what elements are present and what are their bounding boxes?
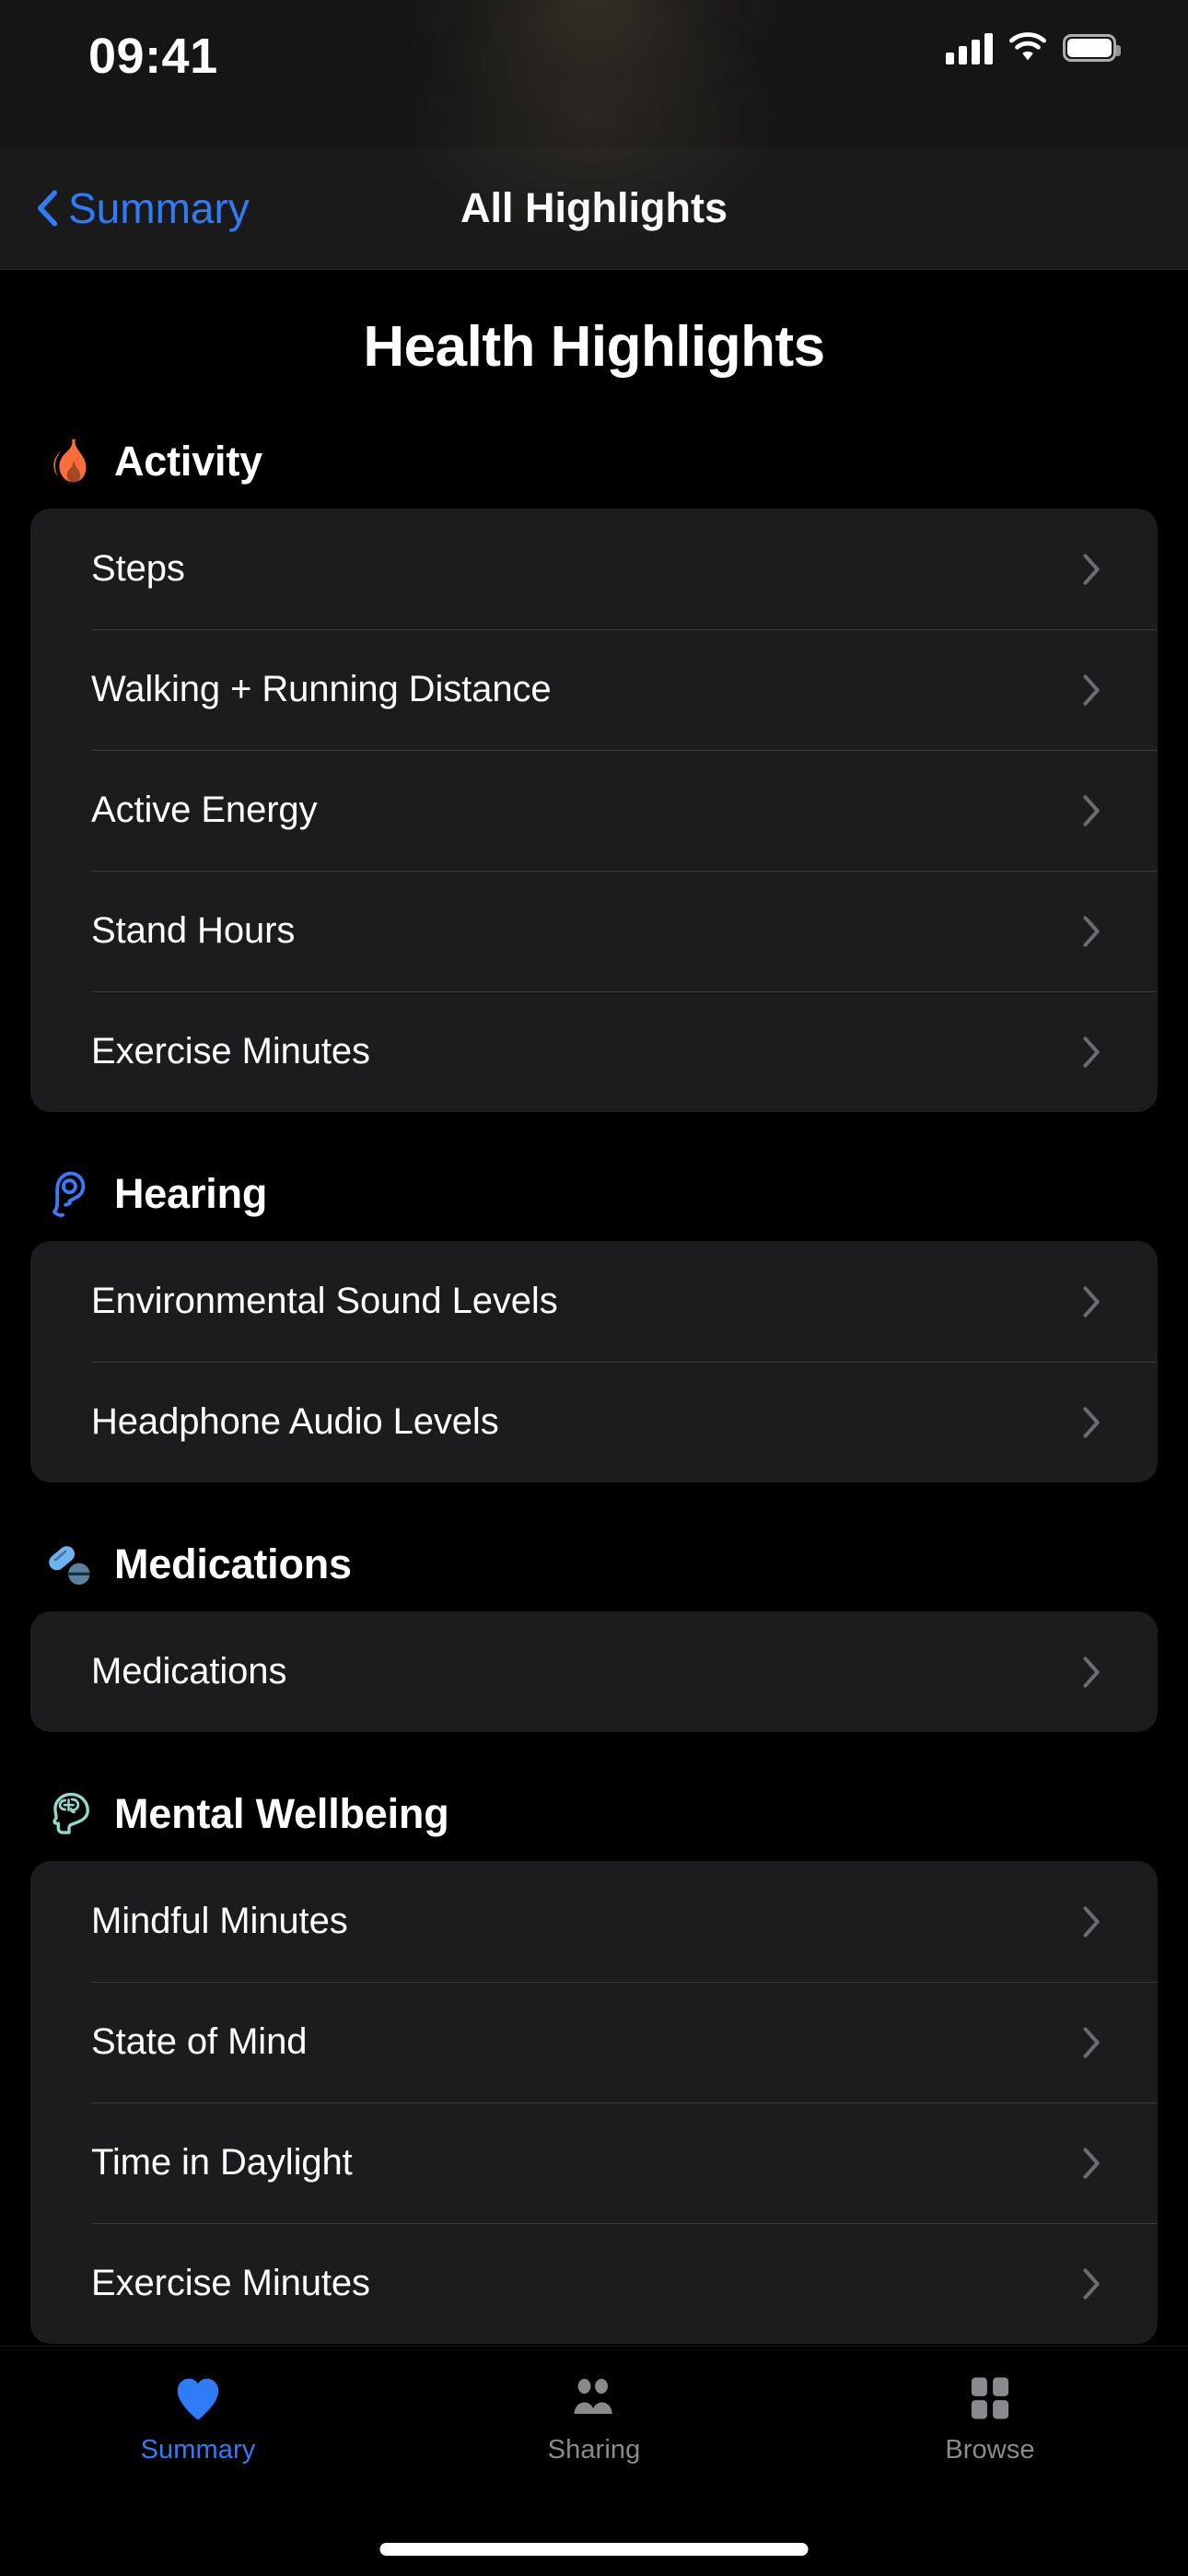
list-item-label: Steps <box>91 548 185 589</box>
tab-browse-label: Browse <box>945 2435 1035 2465</box>
list-item[interactable]: Headphone Audio Levels <box>30 1362 1158 1482</box>
chevron-right-icon <box>1083 1285 1100 1317</box>
section-header-hearing: Hearing <box>0 1169 1188 1219</box>
list-item-label: State of Mind <box>91 2021 308 2062</box>
chevron-right-icon <box>1083 553 1100 585</box>
list-item-label: Environmental Sound Levels <box>91 1281 558 1321</box>
card-hearing: Environmental Sound Levels Headphone Audi… <box>30 1241 1158 1482</box>
section-activity: Activity Steps Walking + Running Distance A… <box>0 437 1188 1112</box>
list-item[interactable]: Active Energy <box>30 750 1158 871</box>
scroll-content[interactable]: Health Highlights Activity Steps Walking +… <box>0 270 1188 2344</box>
list-item[interactable]: Time in Daylight <box>30 2102 1158 2223</box>
people-icon <box>574 2379 612 2414</box>
list-item-label: Exercise Minutes <box>91 1031 370 1071</box>
list-item[interactable]: Mindful Minutes <box>30 1861 1158 1982</box>
list-item-label: Headphone Audio Levels <box>91 1401 499 1442</box>
navigation-bar: Summary All Highlights <box>0 0 1188 270</box>
section-header-activity: Activity <box>0 437 1188 486</box>
chevron-right-icon <box>1083 2147 1100 2179</box>
list-item-label: Mindful Minutes <box>91 1901 348 1941</box>
chevron-right-icon <box>1083 1406 1100 1438</box>
section-header-mental-wellbeing: Mental Wellbeing <box>0 1789 1188 1839</box>
list-item-label: Walking + Running Distance <box>91 669 552 709</box>
card-mental-wellbeing: Mindful Minutes State of Mind Time in Dayl… <box>30 1861 1158 2344</box>
tab-bar: Summary Sharing Browse <box>0 2346 1188 2576</box>
tab-sharing[interactable]: Sharing <box>396 2374 792 2465</box>
section-medications: Medications Medications <box>0 1540 1188 1732</box>
wifi-icon <box>1009 32 1046 61</box>
section-mental-wellbeing: Mental Wellbeing Mindful Minutes State of … <box>0 1789 1188 2344</box>
cellular-signal-icon <box>946 31 993 64</box>
list-item-label: Medications <box>91 1651 287 1692</box>
section-title-mental-wellbeing: Mental Wellbeing <box>114 1790 449 1837</box>
chevron-right-icon <box>1083 2267 1100 2300</box>
card-medications: Medications <box>30 1611 1158 1732</box>
list-item[interactable]: Environmental Sound Levels <box>30 1241 1158 1362</box>
list-item[interactable]: State of Mind <box>30 1982 1158 2102</box>
page-title: Health Highlights <box>363 315 825 379</box>
status-bar: 09:41 <box>0 0 1188 147</box>
list-item-label: Stand Hours <box>91 910 296 951</box>
battery-icon <box>1063 34 1121 62</box>
list-item[interactable]: Steps <box>30 509 1158 629</box>
nav-bar-title: All Highlights <box>460 184 728 231</box>
card-activity: Steps Walking + Running Distance Active En… <box>30 509 1158 1112</box>
chevron-right-icon <box>1083 794 1100 826</box>
chevron-right-icon <box>1083 915 1100 947</box>
list-item[interactable]: Exercise Minutes <box>30 991 1158 1112</box>
chevron-right-icon <box>1083 673 1100 706</box>
tab-summary-label: Summary <box>140 2435 256 2465</box>
list-item-label: Active Energy <box>91 790 318 830</box>
section-title-medications: Medications <box>114 1540 352 1587</box>
section-title-hearing: Hearing <box>114 1170 268 1217</box>
home-indicator <box>379 2543 809 2556</box>
list-item-label: Time in Daylight <box>91 2142 353 2183</box>
tab-summary[interactable]: Summary <box>0 2374 396 2465</box>
tab-browse[interactable]: Browse <box>792 2374 1188 2465</box>
list-item[interactable]: Medications <box>30 1611 1158 1732</box>
section-title-activity: Activity <box>114 438 262 485</box>
list-item[interactable]: Stand Hours <box>30 871 1158 991</box>
chevron-right-icon <box>1083 1036 1100 1068</box>
flame-icon <box>53 439 87 484</box>
list-item-label: Exercise Minutes <box>91 2263 370 2303</box>
chevron-right-icon <box>1083 2026 1100 2058</box>
section-hearing: Hearing Environmental Sound Levels Headpho… <box>0 1169 1188 1482</box>
grid-icon <box>971 2377 1009 2419</box>
status-bar-indicators <box>946 31 1121 64</box>
list-item[interactable]: Walking + Running Distance <box>30 629 1158 750</box>
ear-icon <box>52 1171 86 1217</box>
pills-icon <box>49 1546 90 1586</box>
chevron-right-icon <box>1083 1656 1100 1688</box>
heart-icon <box>177 2378 219 2420</box>
list-item[interactable]: Exercise Minutes <box>30 2223 1158 2344</box>
status-bar-time: 09:41 <box>88 29 218 84</box>
health-highlights-screen: 09:41 Summary All Highlights Health High… <box>0 0 1188 2576</box>
head-brain-icon <box>52 1792 89 1834</box>
chevron-right-icon <box>1083 1905 1100 1938</box>
sections-list: Activity Steps Walking + Running Distance A… <box>0 437 1188 2381</box>
section-header-medications: Medications <box>0 1540 1188 1589</box>
tab-sharing-label: Sharing <box>547 2435 641 2465</box>
